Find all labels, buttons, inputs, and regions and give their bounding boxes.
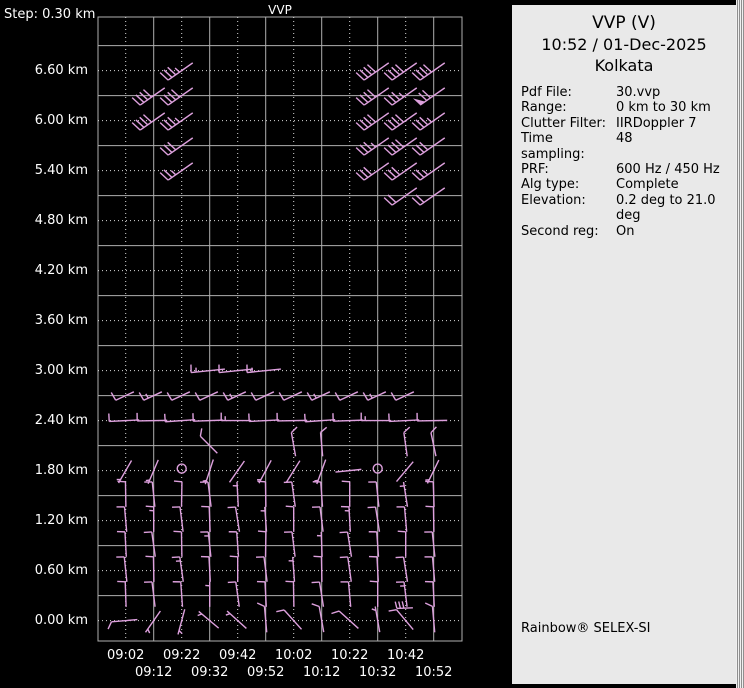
height-tick-label: 4.80 km [34, 212, 88, 228]
time-tick-label: 10:12 [302, 665, 341, 680]
parameter-label: Alg type: [521, 177, 580, 193]
pennant-flag [412, 98, 426, 106]
time-tick-label: 09:12 [134, 665, 173, 680]
product-datetime: 10:52 / 01-Dec-2025 [541, 35, 707, 54]
time-tick-label: 09:42 [218, 648, 257, 663]
time-tick-label: 09:22 [162, 648, 201, 663]
parameter-label: Time sampling: [521, 131, 585, 162]
time-tick-label: 10:02 [274, 648, 313, 663]
parameter-label: PRF: [521, 162, 549, 178]
wind-barb-group-row-1p8km [116, 459, 440, 485]
height-tick-label: 5.40 km [34, 162, 88, 178]
parameter-value: Complete [616, 177, 679, 193]
parameter-row: Elevation: 0.2 deg to 21.0 deg [521, 193, 736, 224]
time-tick-label: 09:52 [246, 665, 285, 680]
radar-site-name: Kolkata [594, 56, 654, 75]
height-step-label: Step: 0.30 km [4, 7, 96, 22]
parameter-row: Clutter Filter: IIRDoppler 7 [521, 116, 736, 131]
parameter-row: Alg type: Complete [521, 177, 736, 192]
product-title: VVP (V) [592, 13, 656, 33]
parameter-value: On [616, 223, 635, 239]
chart-frame [97, 16, 463, 642]
time-tick-label: 10:52 [414, 665, 453, 680]
vvp-application-window: VVP Step: 0.30 km 6.60 km 6.00 km 5.40 km 4… [0, 0, 744, 688]
software-brand-label: Rainbow® SELEX-SI [521, 621, 651, 636]
parameter-value: 48 [616, 131, 633, 147]
parameter-value: IIRDoppler 7 [616, 115, 697, 131]
wind-barb-group-surface-multi-tick [394, 601, 413, 610]
height-tick-label: 4.20 km [34, 262, 88, 278]
parameter-label: Pdf File: [521, 85, 572, 100]
time-tick-label: 09:02 [106, 648, 145, 663]
parameter-row: Second reg: On [521, 224, 736, 239]
wind-barb-group-row-2p4km [108, 412, 448, 423]
product-info-panel: VVP (V) 10:52 / 01-Dec-2025 Kolkata Pdf … [512, 5, 736, 684]
height-tick-label: 1.20 km [34, 512, 88, 528]
wind-barb-group-row-2p1km [199, 426, 437, 457]
parameter-value: 0 km to 30 km [616, 100, 711, 116]
height-tick-label: 6.00 km [34, 112, 88, 128]
product-parameter-list: Pdf File: 30.vvp Range: 0 km to 30 km Clutte… [521, 85, 736, 239]
parameter-row: Range: 0 km to 30 km [521, 100, 736, 115]
parameter-label: Second reg: [521, 223, 599, 239]
parameter-label: Elevation: [521, 192, 586, 208]
parameter-label: Range: [521, 100, 567, 116]
wind-barb-group-boundary-layer-block [116, 480, 436, 607]
height-tick-label: 0.60 km [34, 562, 88, 578]
parameter-value: 30.vvp [616, 85, 661, 100]
height-tick-label: 0.00 km [34, 612, 88, 628]
parameter-value: 0.2 deg to 21.0 deg [616, 192, 716, 224]
window-edge-dither-strip [736, 0, 744, 688]
parameter-row: Pdf File: 30.vvp [521, 85, 736, 100]
height-tick-label: 3.00 km [34, 362, 88, 378]
wind-barb-group-surface-row [107, 602, 436, 635]
chart-title: VVP [268, 3, 292, 17]
parameter-value: 600 Hz / 450 Hz [616, 162, 720, 178]
parameter-row: Time sampling: 48 [521, 131, 736, 162]
wind-barb-group-upper-right-jet [355, 62, 446, 206]
height-tick-label: 3.60 km [34, 312, 88, 328]
height-tick-label: 2.40 km [34, 412, 88, 428]
time-tick-label: 10:22 [330, 648, 369, 663]
parameter-row: PRF: 600 Hz / 450 Hz [521, 162, 736, 177]
wind-barb-group-upper-left-jet [131, 62, 194, 181]
height-tick-label: 6.60 km [34, 62, 88, 78]
parameter-label: Clutter Filter: [521, 115, 606, 131]
time-tick-label: 10:32 [358, 665, 397, 680]
time-tick-label: 10:42 [386, 648, 425, 663]
time-tick-label: 09:32 [190, 665, 229, 680]
wind-barb-group-row-3km [190, 364, 281, 374]
height-tick-label: 1.80 km [34, 462, 88, 478]
